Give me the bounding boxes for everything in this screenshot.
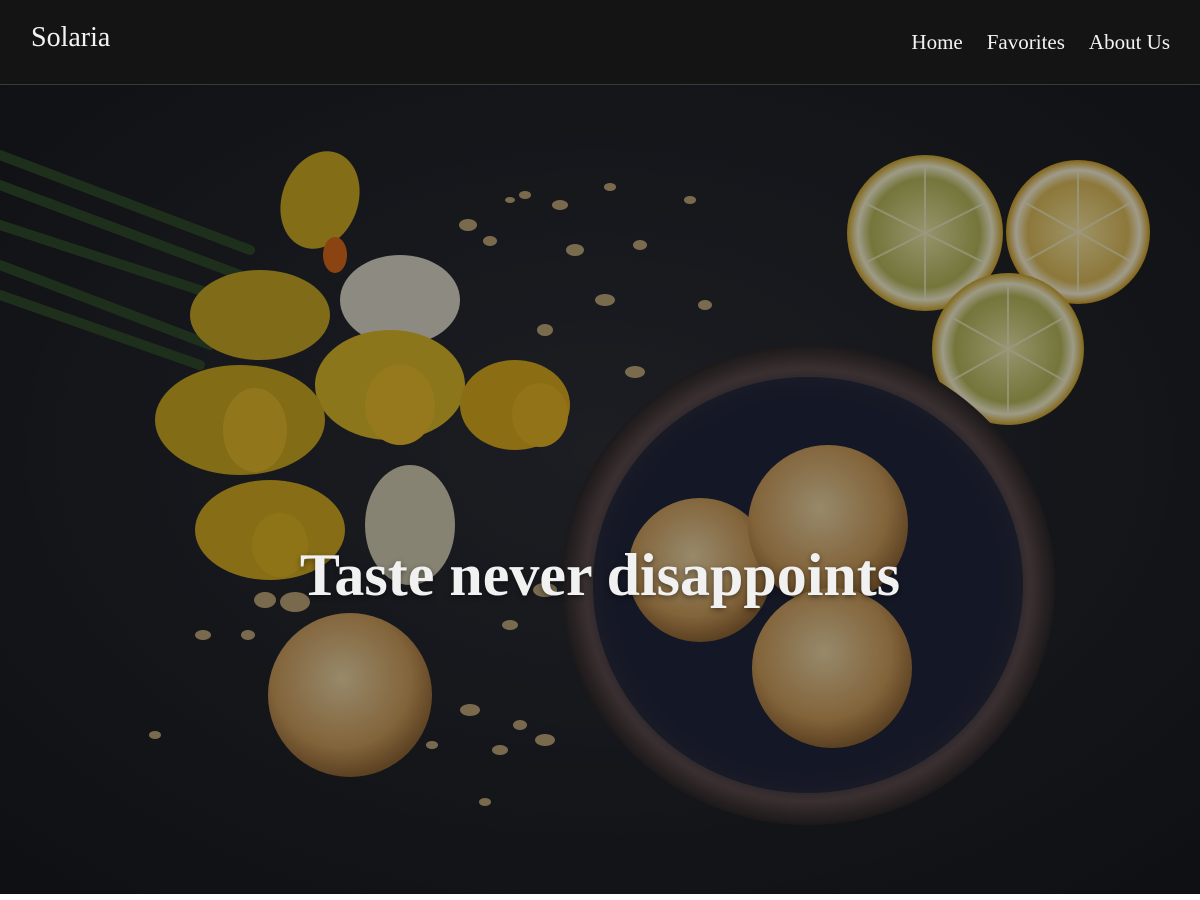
- hero-section: Taste never disappoints: [0, 85, 1200, 894]
- nav-favorites-link[interactable]: Favorites: [987, 27, 1065, 57]
- nav-home-link[interactable]: Home: [911, 27, 962, 57]
- nav-about-link[interactable]: About Us: [1089, 27, 1170, 57]
- navbar: Solaria Home Favorites About Us: [0, 0, 1200, 85]
- hero-title: Taste never disappoints: [299, 542, 901, 608]
- hero-background-image: [0, 85, 1200, 894]
- nav-links: Home Favorites About Us: [911, 27, 1170, 57]
- brand-logo[interactable]: Solaria: [31, 20, 110, 56]
